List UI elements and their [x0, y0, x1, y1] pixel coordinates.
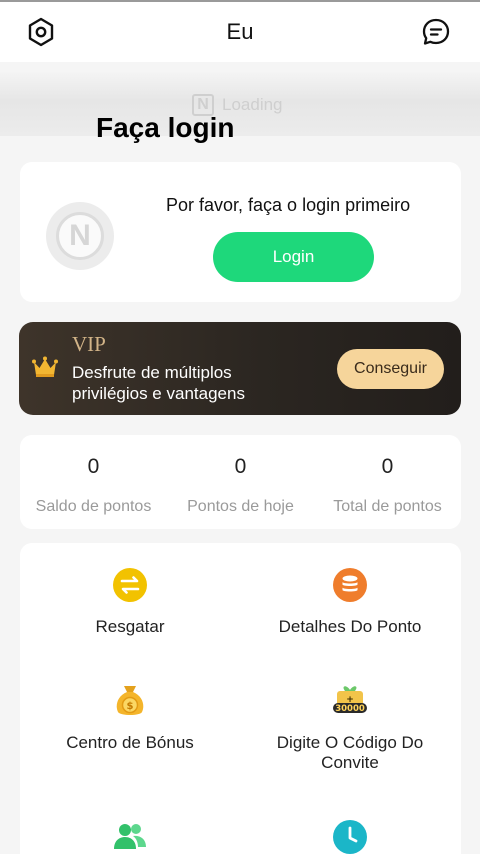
- login-prompt-text: Por favor, faça o login primeiro: [166, 195, 411, 215]
- invite-gift-icon: + 30000: [330, 681, 370, 721]
- points-total-label: Total de pontos: [333, 498, 442, 515]
- app-header: Eu: [0, 2, 480, 62]
- invite-gift-badge: 30000: [335, 704, 365, 714]
- points-total[interactable]: 0 Total de pontos: [314, 435, 461, 529]
- message-bubble-icon[interactable]: [420, 16, 452, 48]
- points-balance-label: Saldo de pontos: [35, 498, 152, 515]
- menu-item-redeem[interactable]: Resgatar: [20, 565, 240, 637]
- points-today[interactable]: 0 Pontos de hoje: [167, 435, 314, 529]
- points-summary-card: 0 Saldo de pontos 0 Pontos de hoje 0 Tot…: [20, 435, 461, 529]
- svg-text:$: $: [127, 701, 134, 712]
- points-today-value: 0: [234, 455, 247, 478]
- vip-description: Desfrute de múltiplos privilégios e vant…: [72, 363, 245, 403]
- crown-icon: [32, 356, 58, 383]
- menu-item-history[interactable]: [240, 817, 460, 854]
- loading-banner: N Loading: [0, 72, 480, 136]
- features-menu-card: Resgatar Detalhes Do Ponto $ Centro de B…: [20, 543, 461, 854]
- login-overlay-heading: Faça login: [96, 112, 235, 143]
- login-button[interactable]: Login: [213, 232, 374, 282]
- login-card: N Por favor, faça o login primeiro Login: [20, 162, 461, 302]
- clock-icon: [330, 817, 370, 854]
- menu-item-bonus-center[interactable]: $ Centro de Bónus: [20, 681, 240, 753]
- vip-banner[interactable]: VIP Desfrute de múltiplos privilégios e …: [19, 322, 461, 415]
- menu-item-point-details[interactable]: Detalhes Do Ponto: [240, 565, 460, 637]
- menu-item-label: Detalhes Do Ponto: [278, 617, 422, 636]
- menu-item-label: Resgatar: [95, 617, 165, 636]
- points-balance[interactable]: 0 Saldo de pontos: [20, 435, 167, 529]
- money-bag-icon: $: [110, 681, 150, 721]
- points-today-label: Pontos de hoje: [187, 498, 294, 515]
- menu-item-invite-code[interactable]: + 30000 Digite O Código Do Convite: [240, 681, 460, 773]
- settings-hexagon-icon[interactable]: [25, 16, 57, 48]
- avatar-logo-icon: N: [56, 212, 104, 260]
- get-vip-button[interactable]: Conseguir: [337, 349, 444, 389]
- points-balance-value: 0: [87, 455, 100, 478]
- menu-item-label: Digite O Código Do Convite: [276, 733, 424, 772]
- vip-title: VIP: [72, 332, 106, 356]
- menu-item-label: Centro de Bónus: [66, 733, 194, 752]
- coin-stack-icon: [330, 565, 370, 605]
- points-total-value: 0: [381, 455, 394, 478]
- menu-item-team[interactable]: [20, 817, 240, 854]
- exchange-icon: [110, 565, 150, 605]
- users-icon: [110, 817, 150, 854]
- page-title: Eu: [226, 19, 254, 44]
